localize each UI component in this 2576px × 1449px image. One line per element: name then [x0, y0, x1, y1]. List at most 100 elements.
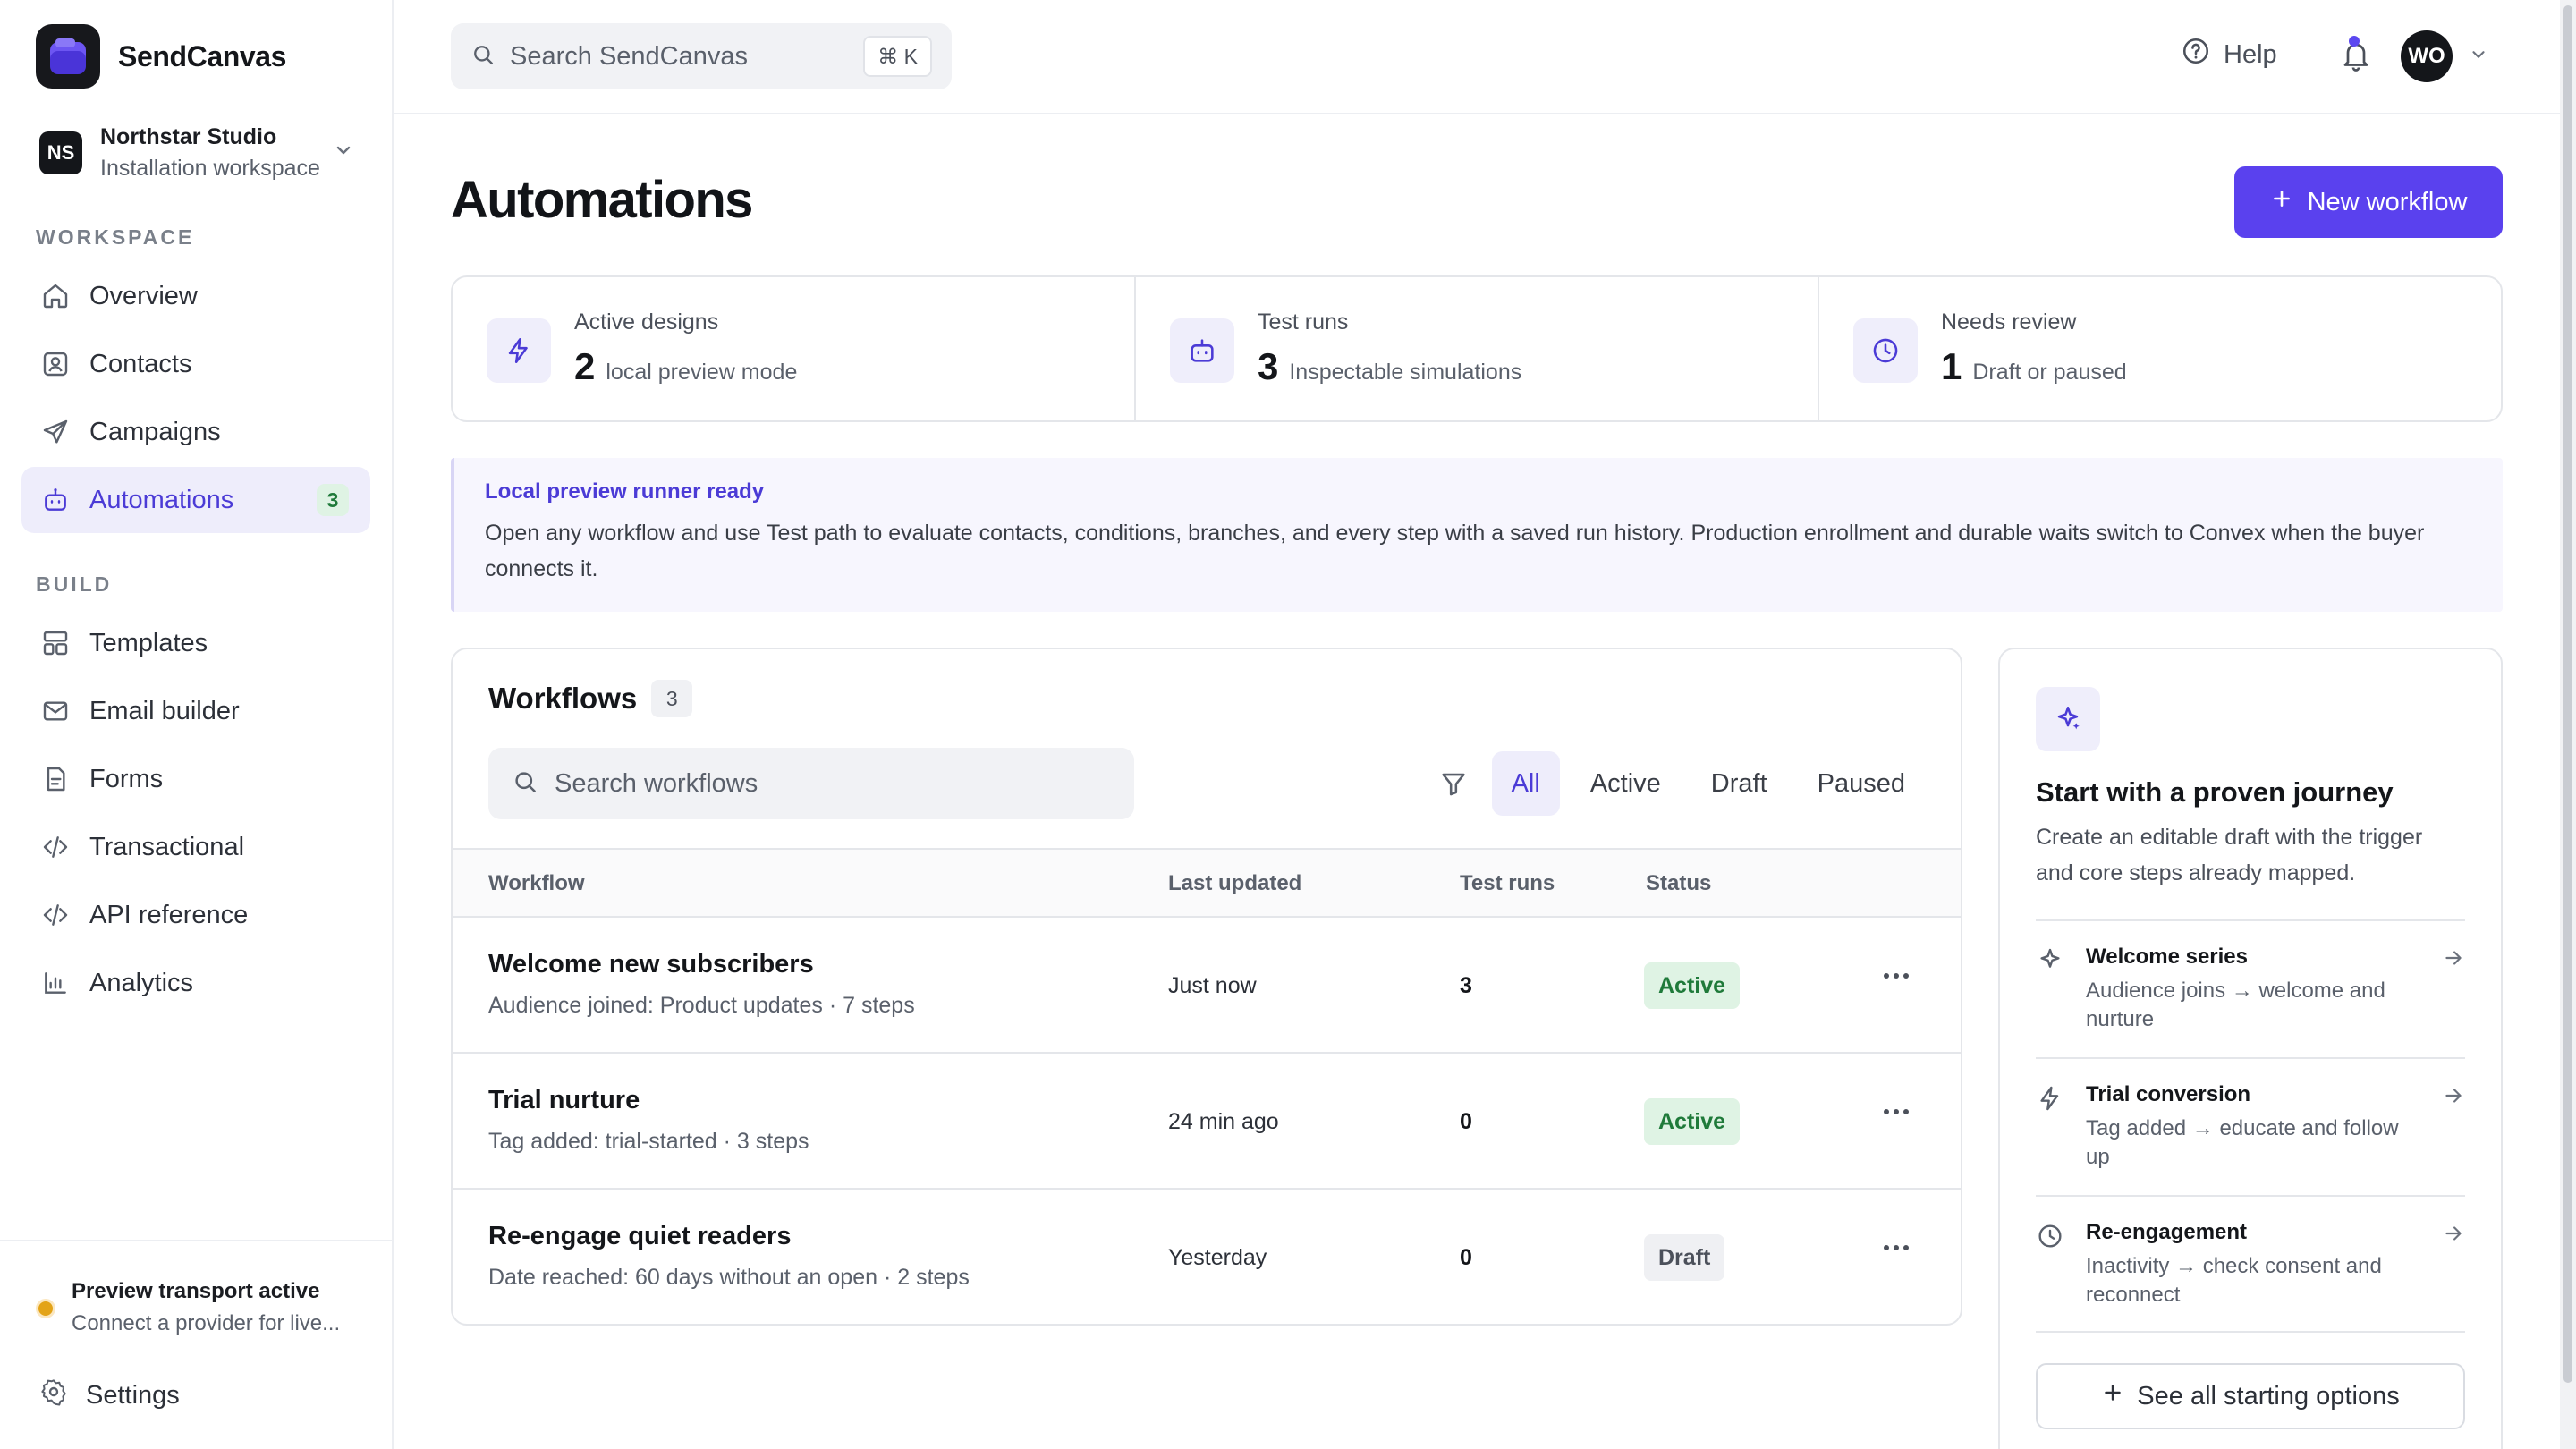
page-title: Automations — [451, 171, 753, 229]
journey-title: Start with a proven journey — [2036, 776, 2394, 808]
topbar: Search SendCanvas ⌘ K Help WO — [394, 0, 2576, 114]
gear-icon — [39, 1377, 68, 1413]
sidebar-item-forms[interactable]: Forms — [21, 746, 370, 812]
sidebar-item-contacts[interactable]: Contacts — [21, 331, 370, 397]
main-content: Search SendCanvas ⌘ K Help WO Automation… — [394, 0, 2576, 1449]
workflow-search-placeholder: Search workflows — [555, 768, 758, 798]
stat-line: 2 local preview mode — [574, 345, 797, 388]
journey-option-re-engagement[interactable]: Re-engagement Inactivity → check consent… — [2036, 1195, 2465, 1333]
see-all-starting-options-button[interactable]: See all starting options — [2036, 1363, 2465, 1429]
stat-value: 3 — [1258, 345, 1279, 387]
column-header-workflow[interactable]: Workflow — [488, 871, 585, 896]
sidebar-item-templates[interactable]: Templates — [21, 610, 370, 676]
journey-option-description: Inactivity → check consent and reconnect — [2086, 1254, 2382, 1307]
scrollbar-thumb[interactable] — [2563, 5, 2572, 1383]
workspace-text: Northstar Studio Installation workspace — [100, 124, 320, 182]
global-search-input[interactable]: Search SendCanvas ⌘ K — [451, 23, 952, 89]
workspace-avatar: NS — [39, 131, 82, 174]
more-horizontal-icon[interactable] — [1884, 1245, 1913, 1250]
sidebar-item-overview[interactable]: Overview — [21, 263, 370, 329]
workflow-last-updated: Just now — [1168, 973, 1257, 998]
sparkle-icon — [2036, 946, 2064, 979]
column-header-test-runs[interactable]: Test runs — [1460, 871, 1555, 896]
search-shortcut-badge: ⌘ K — [863, 36, 932, 77]
sparkle-icon — [2036, 687, 2100, 751]
journey-option-description: Tag added → educate and follow up — [2086, 1116, 2399, 1169]
clock-icon — [1853, 318, 1918, 383]
journey-option-trial-conversion[interactable]: Trial conversion Tag added → educate and… — [2036, 1057, 2465, 1195]
app-root: SendCanvas NS Northstar Studio Installat… — [0, 0, 2576, 1449]
sidebar-item-automations[interactable]: Automations 3 — [21, 467, 370, 533]
transport-status[interactable]: Preview transport active Connect a provi… — [36, 1279, 340, 1336]
more-horizontal-icon[interactable] — [1884, 973, 1913, 979]
workflow-name[interactable]: Re-engage quiet readers — [488, 1222, 791, 1251]
robot-icon — [1170, 318, 1234, 383]
filter-tab-active[interactable]: Active — [1571, 751, 1681, 816]
help-label: Help — [2224, 39, 2277, 69]
settings-label: Settings — [86, 1380, 180, 1410]
help-button[interactable]: Help — [2181, 36, 2277, 73]
new-workflow-label: New workflow — [2307, 187, 2468, 216]
filter-tab-paused[interactable]: Paused — [1798, 751, 1925, 816]
stat-note: Draft or paused — [1972, 360, 2127, 385]
status-badge: Draft — [1644, 1234, 1725, 1281]
filter-tab-all[interactable]: All — [1491, 751, 1560, 816]
workspace-name: Northstar Studio — [100, 124, 277, 149]
arrow-right-icon — [2442, 1084, 2465, 1112]
notice-body: Open any workflow and use Test path to e… — [485, 521, 2425, 581]
sidebar-item-label: Email builder — [89, 696, 240, 725]
mail-icon — [39, 695, 72, 727]
sidebar-item-label: Contacts — [89, 349, 192, 378]
workspace-switcher[interactable]: NS Northstar Studio Installation workspa… — [39, 120, 354, 186]
stat-line: 3 Inspectable simulations — [1258, 345, 1521, 388]
sidebar-item-analytics[interactable]: Analytics — [21, 950, 370, 1016]
workflows-count-badge: 3 — [651, 680, 693, 717]
workflow-last-updated: Yesterday — [1168, 1245, 1267, 1270]
table-header: Workflow Last updated Test runs Status — [453, 848, 1961, 918]
sidebar-item-label: Analytics — [89, 968, 194, 997]
sidebar-item-api-reference[interactable]: API reference — [21, 882, 370, 948]
page-scrollbar[interactable] — [2560, 0, 2576, 1449]
global-search-placeholder: Search SendCanvas — [510, 41, 748, 71]
column-header-status[interactable]: Status — [1646, 871, 1711, 896]
stats-row: Active designs 2 local preview mode Test… — [451, 275, 2503, 422]
column-header-last-updated[interactable]: Last updated — [1168, 871, 1301, 896]
sidebar-item-email-builder[interactable]: Email builder — [21, 678, 370, 744]
see-all-label: See all starting options — [2137, 1381, 2400, 1411]
filter-icon[interactable] — [1438, 768, 1469, 799]
journey-option-description: Audience joins → welcome and nurture — [2086, 979, 2385, 1031]
sidebar-item-transactional[interactable]: Transactional — [21, 814, 370, 880]
brand[interactable]: SendCanvas — [36, 24, 286, 89]
filter-tab-draft[interactable]: Draft — [1691, 751, 1787, 816]
bolt-icon — [487, 318, 551, 383]
table-row[interactable]: Welcome new subscribers Audience joined:… — [453, 918, 1961, 1054]
chevron-down-icon — [333, 140, 354, 165]
workflow-test-runs: 0 — [1460, 1245, 1472, 1270]
new-workflow-button[interactable]: New workflow — [2234, 166, 2503, 238]
workflows-card: Workflows 3 Search workflows All Active … — [451, 648, 1962, 1326]
help-circle-icon — [2181, 36, 2211, 73]
sidebar-item-label: Forms — [89, 764, 164, 793]
sidebar-item-campaigns[interactable]: Campaigns — [21, 399, 370, 465]
workflow-search-input[interactable]: Search workflows — [488, 748, 1134, 819]
journey-option-welcome-series[interactable]: Welcome series Audience joins → welcome … — [2036, 919, 2465, 1057]
workflow-last-updated: 24 min ago — [1168, 1109, 1279, 1134]
stat-line: 1 Draft or paused — [1941, 345, 2127, 388]
workspace-subtitle: Installation workspace — [100, 156, 320, 181]
workflow-description: Tag added: trial-started · 3 steps — [488, 1129, 809, 1154]
sidebar-item-label: Automations — [89, 485, 234, 514]
user-menu[interactable]: WO — [2401, 30, 2488, 82]
workflow-name[interactable]: Welcome new subscribers — [488, 950, 814, 979]
table-row[interactable]: Trial nurture Tag added: trial-started ·… — [453, 1054, 1961, 1190]
workflow-description: Audience joined: Product updates · 7 ste… — [488, 993, 915, 1018]
form-icon — [39, 763, 72, 795]
search-icon — [470, 42, 496, 72]
table-row[interactable]: Re-engage quiet readers Date reached: 60… — [453, 1190, 1961, 1324]
notice-title: Local preview runner ready — [485, 479, 765, 504]
sidebar-item-settings[interactable]: Settings — [39, 1377, 180, 1413]
more-horizontal-icon[interactable] — [1884, 1109, 1913, 1114]
workflow-name[interactable]: Trial nurture — [488, 1086, 640, 1115]
notification-dot — [2349, 36, 2360, 47]
avatar: WO — [2401, 30, 2453, 82]
transport-title: Preview transport active — [72, 1279, 320, 1303]
